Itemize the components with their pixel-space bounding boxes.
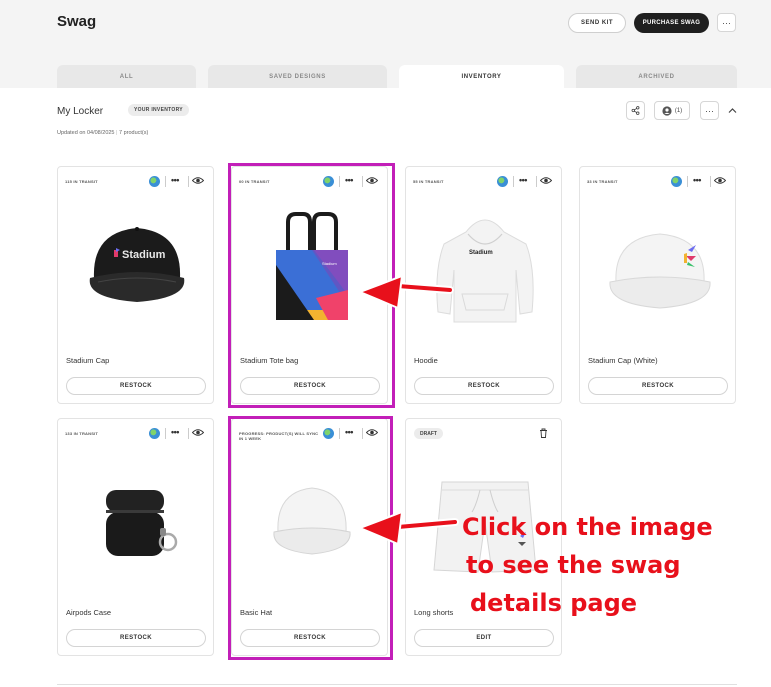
- eye-icon[interactable]: [192, 176, 204, 185]
- eye-icon[interactable]: [540, 176, 552, 185]
- tote-bag-image[interactable]: Stadium: [254, 210, 368, 325]
- annotation-line-3: details page: [470, 589, 638, 617]
- product-name: Stadium Cap (White): [588, 356, 658, 365]
- transit-status: 00 IN TRANSIT: [239, 179, 270, 184]
- black-cap-image[interactable]: Stadium: [80, 210, 194, 325]
- divider: [57, 684, 737, 685]
- globe-icon: [323, 428, 334, 439]
- tote-logo-text: Stadium: [322, 261, 337, 266]
- product-card-stadium-cap-white[interactable]: 33 IN TRANSIT ••• Stadium Cap (White) RE…: [579, 166, 736, 404]
- globe-icon: [149, 428, 160, 439]
- tab-archived[interactable]: ARCHIVED: [576, 65, 737, 88]
- tab-inventory[interactable]: INVENTORY: [399, 65, 564, 88]
- updated-info: Updated on 04/08/2025 | 7 product(s): [57, 130, 149, 136]
- header-more-button[interactable]: ···: [717, 13, 736, 32]
- product-card-stadium-cap[interactable]: 115 IN TRANSIT ••• Stadium Stadium Cap R…: [57, 166, 214, 404]
- transit-status: 115 IN TRANSIT: [65, 179, 98, 184]
- updated-date: Updated on 04/08/2025: [57, 130, 115, 136]
- globe-icon: [497, 176, 508, 187]
- product-name: Stadium Tote bag: [240, 356, 299, 365]
- airpods-case-image[interactable]: [80, 462, 194, 577]
- product-name: Long shorts: [414, 608, 454, 617]
- eye-icon[interactable]: [192, 428, 204, 437]
- globe-icon: [149, 176, 160, 187]
- product-name: Stadium Cap: [66, 356, 110, 365]
- eye-icon[interactable]: [366, 428, 378, 437]
- annotation-line-2: to see the swag: [466, 551, 681, 579]
- purchase-swag-button[interactable]: PURCHASE SWAG: [634, 13, 709, 33]
- locker-more-button[interactable]: ···: [700, 101, 719, 120]
- draft-badge: DRAFT: [414, 428, 443, 439]
- product-count: 7 product(s): [119, 130, 149, 136]
- restock-button[interactable]: RESTOCK: [414, 377, 554, 395]
- globe-icon: [671, 176, 682, 187]
- restock-button[interactable]: RESTOCK: [240, 629, 380, 647]
- product-card-hoodie[interactable]: 55 IN TRANSIT ••• Stadium Hoodie RESTOCK: [405, 166, 562, 404]
- share-button[interactable]: [626, 101, 645, 120]
- restock-button[interactable]: RESTOCK: [240, 377, 380, 395]
- more-icon[interactable]: •••: [345, 175, 353, 185]
- locker-title: My Locker: [57, 106, 104, 117]
- product-card-stadium-tote-bag[interactable]: 00 IN TRANSIT ••• Stadium Stadium Tote b…: [231, 166, 388, 404]
- inventory-badge: YOUR INVENTORY: [128, 104, 189, 116]
- transit-status: 55 IN TRANSIT: [413, 179, 444, 184]
- restock-button[interactable]: RESTOCK: [66, 629, 206, 647]
- product-name: Basic Hat: [240, 608, 273, 617]
- product-name: Hoodie: [414, 356, 438, 365]
- basic-hat-image[interactable]: [254, 462, 368, 577]
- share-icon: [631, 106, 640, 115]
- cap-logo-text: Stadium: [122, 249, 166, 261]
- users-button[interactable]: (1): [654, 101, 690, 120]
- page-title: Swag: [57, 13, 97, 30]
- chevron-up-icon[interactable]: [728, 107, 737, 114]
- product-card-basic-hat[interactable]: PROGRESS: PRODUCT(S) WILL SYNC IN 1 WEEK…: [231, 418, 388, 656]
- white-cap-image[interactable]: [602, 210, 716, 325]
- edit-button[interactable]: EDIT: [414, 629, 554, 647]
- transit-status: 133 IN TRANSIT: [65, 431, 99, 436]
- eye-icon[interactable]: [366, 176, 378, 185]
- more-icon[interactable]: •••: [345, 427, 353, 437]
- annotation-line-1: Click on the image: [462, 513, 713, 541]
- annotation-text: Click on the image to see the swag detai…: [462, 508, 742, 622]
- hoodie-image[interactable]: Stadium: [428, 210, 542, 325]
- send-kit-button[interactable]: SEND KIT: [568, 13, 626, 33]
- more-icon[interactable]: •••: [519, 175, 527, 185]
- transit-status: 33 IN TRANSIT: [587, 179, 618, 184]
- more-icon[interactable]: •••: [171, 175, 179, 185]
- transit-status: PROGRESS: PRODUCT(S) WILL SYNC IN 1 WEEK: [239, 431, 319, 441]
- user-count: (1): [674, 107, 683, 114]
- restock-button[interactable]: RESTOCK: [588, 377, 728, 395]
- more-icon[interactable]: •••: [693, 175, 701, 185]
- product-card-airpods-case[interactable]: 133 IN TRANSIT ••• Airpods Case RESTOCK: [57, 418, 214, 656]
- hoodie-logo-text: Stadium: [469, 250, 493, 256]
- restock-button[interactable]: RESTOCK: [66, 377, 206, 395]
- more-icon[interactable]: •••: [171, 427, 179, 437]
- globe-icon: [323, 176, 334, 187]
- product-name: Airpods Case: [66, 608, 112, 617]
- tab-all[interactable]: ALL: [57, 65, 196, 88]
- eye-icon[interactable]: [714, 176, 726, 185]
- user-icon: [662, 105, 672, 116]
- trash-icon[interactable]: [539, 428, 548, 438]
- tab-saved-designs[interactable]: SAVED DESIGNS: [208, 65, 387, 88]
